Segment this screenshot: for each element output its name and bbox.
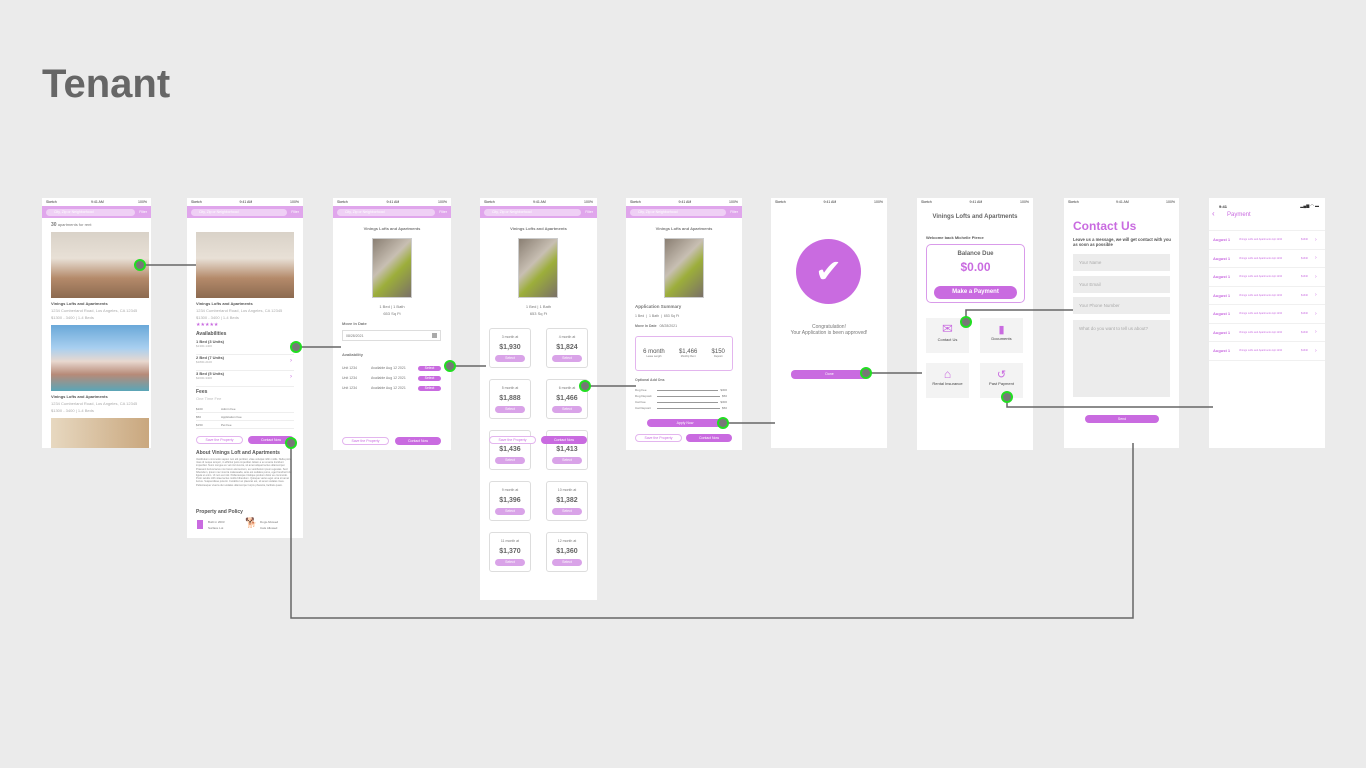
- hotspot: [134, 259, 146, 271]
- hotspot: [717, 417, 729, 429]
- flow-connectors: [134, 259, 1213, 619]
- hotspot: [579, 380, 591, 392]
- connector: [290, 443, 1134, 619]
- hotspot: [444, 360, 456, 372]
- connector: [1006, 397, 1213, 408]
- connector: [965, 309, 1073, 322]
- hotspot: [290, 341, 302, 353]
- hotspot: [1001, 391, 1013, 403]
- hotspot: [860, 367, 872, 379]
- hotspot: [285, 437, 297, 449]
- contact-now-button[interactable]: Contact Now: [541, 436, 587, 444]
- hotspot: [960, 316, 972, 328]
- save-property-button[interactable]: Save the Property: [489, 436, 536, 444]
